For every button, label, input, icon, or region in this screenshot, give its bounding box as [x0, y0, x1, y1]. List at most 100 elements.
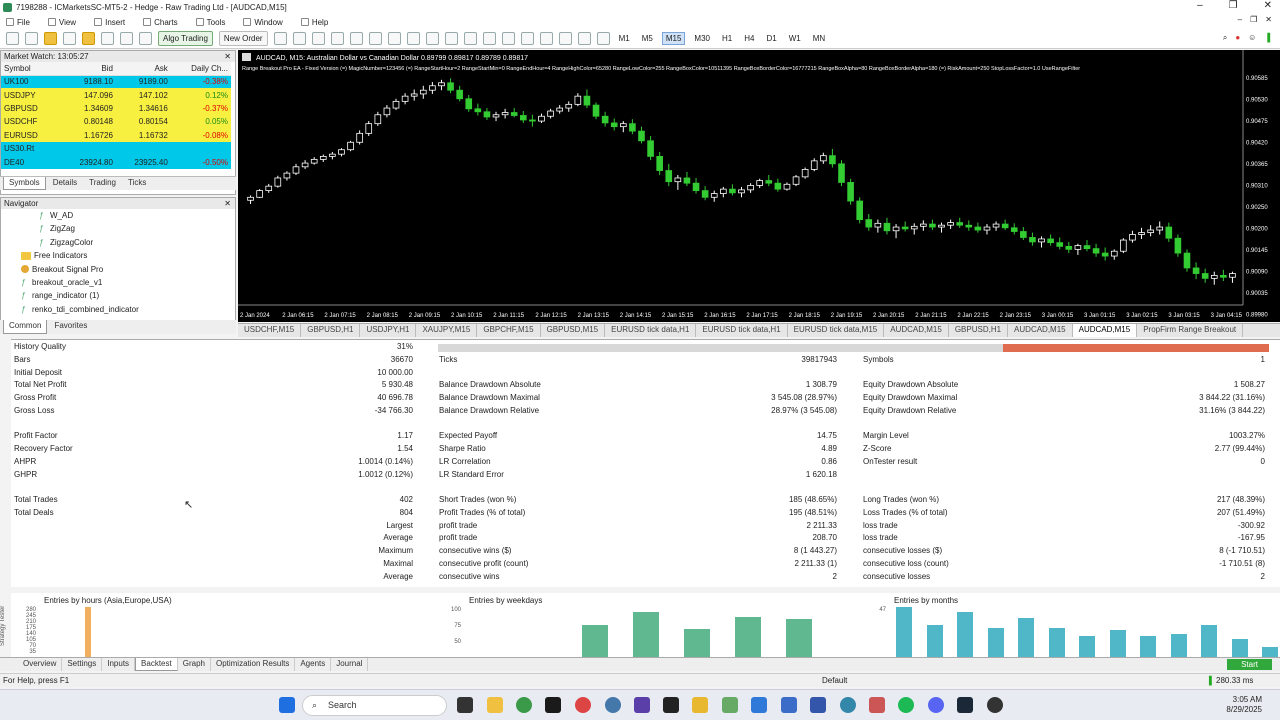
- navigator-item[interactable]: ƒ ZigZag: [1, 222, 235, 235]
- tab-agents[interactable]: Agents: [295, 658, 332, 671]
- chart-tab[interactable]: GBPUSD,H1: [301, 324, 361, 337]
- discord-icon[interactable]: [928, 697, 944, 713]
- timeframe-h1[interactable]: H1: [719, 33, 735, 44]
- algo-trading-button[interactable]: Algo Trading: [158, 31, 213, 46]
- nvidia-icon[interactable]: [545, 697, 561, 713]
- col-ask[interactable]: Ask: [115, 62, 171, 76]
- start-button[interactable]: Start: [1227, 659, 1272, 670]
- autoscroll-icon[interactable]: [387, 32, 401, 45]
- zoom-in-icon[interactable]: [330, 32, 344, 45]
- mail-icon[interactable]: [781, 697, 797, 713]
- market-watch-row[interactable]: DE40 23924.80 23925.40 -0.50%: [1, 155, 231, 169]
- tab-ticks[interactable]: Ticks: [123, 177, 151, 190]
- menu-charts[interactable]: Charts: [143, 18, 178, 27]
- mdi-close-button[interactable]: ✕: [1265, 15, 1272, 24]
- shift-icon[interactable]: [406, 32, 420, 45]
- menu-insert[interactable]: Insert: [94, 18, 125, 27]
- navigator-item[interactable]: ƒ W_AD: [1, 209, 235, 222]
- new-order-button[interactable]: New Order: [218, 31, 268, 46]
- windows-start-icon[interactable]: [279, 697, 295, 713]
- candle-chart-icon[interactable]: [292, 32, 306, 45]
- close-icon[interactable]: ✕: [224, 198, 231, 209]
- profiles-icon[interactable]: [25, 32, 38, 45]
- timeframe-m5[interactable]: M5: [639, 33, 656, 44]
- navigator-item[interactable]: Free Indicators: [1, 249, 235, 262]
- navigator-item[interactable]: Breakout Signal Pro: [1, 263, 235, 276]
- tab-optimization-results[interactable]: Optimization Results: [211, 658, 296, 671]
- market-watch-row[interactable]: GBPUSD 1.34609 1.34616 -0.37%: [1, 101, 231, 116]
- tab-backtest[interactable]: Backtest: [135, 658, 178, 671]
- chart-tab[interactable]: GBPCHF,M15: [477, 324, 541, 337]
- vscode-icon[interactable]: [751, 697, 767, 713]
- col-bid[interactable]: Bid: [61, 62, 116, 76]
- market-watch-row[interactable]: USDJPY 147.096 147.102 0.12%: [1, 88, 231, 102]
- tab-symbols[interactable]: Symbols: [3, 177, 46, 190]
- chart-tab[interactable]: USDJPY,H1: [360, 324, 417, 337]
- menu-file[interactable]: File: [6, 18, 30, 27]
- candlestick-chart[interactable]: AUDCAD, M15: Australian Dollar vs Canadi…: [238, 50, 1280, 322]
- search-icon[interactable]: ⌕: [1223, 33, 1227, 43]
- market-watch-row[interactable]: USDCHF 0.80148 0.80154 0.05%: [1, 115, 231, 129]
- timeframe-m30[interactable]: M30: [691, 33, 713, 44]
- text-icon[interactable]: [577, 32, 591, 45]
- chart-tab[interactable]: AUDCAD,M15: [884, 324, 949, 337]
- taskbar-clock[interactable]: 3:05 AM 8/29/2025: [1226, 695, 1262, 715]
- timeframe-w1[interactable]: W1: [786, 33, 804, 44]
- tab-settings[interactable]: Settings: [62, 658, 103, 671]
- market-watch-row[interactable]: US30.Rt: [1, 141, 231, 156]
- file-explorer-icon[interactable]: [487, 697, 503, 713]
- line-chart-icon[interactable]: [311, 32, 325, 45]
- chrome-profile-icon[interactable]: [575, 697, 591, 713]
- chart-tab[interactable]: EURUSD tick data,H1: [605, 324, 697, 337]
- menu-view[interactable]: View: [47, 18, 76, 27]
- menu-help[interactable]: Help: [300, 18, 328, 27]
- horizontal-line-icon[interactable]: [501, 32, 515, 45]
- taskbar-search[interactable]: ⌕ Search: [302, 695, 447, 716]
- chart-tab[interactable]: PropFirm Range Breakout: [1137, 324, 1244, 337]
- tab-favorites[interactable]: Favorites: [49, 320, 92, 334]
- mdi-minimize-button[interactable]: –: [1238, 15, 1242, 24]
- notes-icon[interactable]: [692, 697, 708, 713]
- trendline-icon[interactable]: [520, 32, 534, 45]
- bar-chart-icon[interactable]: [273, 32, 287, 45]
- maximize-button[interactable]: ❐: [1229, 0, 1238, 11]
- minimize-button[interactable]: –: [1197, 0, 1203, 11]
- tab-trading[interactable]: Trading: [84, 177, 121, 190]
- menu-tools[interactable]: Tools: [195, 18, 225, 27]
- chart-tab[interactable]: AUDCAD,M15: [1072, 324, 1138, 337]
- navigator-item[interactable]: ƒ breakout_oracle_v1: [1, 276, 235, 289]
- timeframe-d1[interactable]: D1: [763, 33, 779, 44]
- metatrader-icon[interactable]: [722, 697, 738, 713]
- chart-menu-icon[interactable]: [242, 53, 251, 61]
- vertical-line-icon[interactable]: [482, 32, 496, 45]
- grid-icon[interactable]: [368, 32, 382, 45]
- navigator-item[interactable]: ƒ renko_tdi_combined_indicator: [1, 303, 235, 316]
- col-symbol[interactable]: Symbol: [1, 62, 62, 76]
- navigator-item[interactable]: ƒ ZigzagColor: [1, 236, 235, 249]
- cursor-icon[interactable]: [444, 32, 458, 45]
- chrome-icon[interactable]: [516, 697, 532, 713]
- mdi-restore-button[interactable]: ❐: [1250, 15, 1257, 24]
- navigator-item[interactable]: ƒ range_indicator (1): [1, 289, 235, 302]
- close-icon[interactable]: ✕: [224, 51, 231, 62]
- close-button[interactable]: ✕: [1264, 0, 1272, 11]
- col-daily-change[interactable]: Daily Ch...: [170, 62, 231, 76]
- spotify-icon[interactable]: [898, 697, 914, 713]
- chart-tab[interactable]: GBPUSD,M15: [541, 324, 606, 337]
- menu-window[interactable]: Window: [243, 18, 283, 27]
- tab-inputs[interactable]: Inputs: [102, 658, 136, 671]
- chart-tab[interactable]: USDCHF,M15: [238, 324, 302, 337]
- chart-tab[interactable]: AUDCAD,M15: [1008, 324, 1073, 337]
- timeframe-h4[interactable]: H4: [741, 33, 757, 44]
- tab-graph[interactable]: Graph: [178, 658, 211, 671]
- market-watch-row[interactable]: UK100 9188.10 9189.00 -0.38%: [1, 75, 231, 89]
- browser-icon[interactable]: [840, 697, 856, 713]
- price-chart[interactable]: AUDCAD, M15: Australian Dollar vs Canadi…: [238, 50, 1280, 322]
- cloud-icon[interactable]: [120, 32, 133, 45]
- folder-icon[interactable]: [44, 32, 57, 45]
- chart-tab[interactable]: EURUSD tick data,M15: [788, 324, 885, 337]
- github-icon[interactable]: [987, 697, 1003, 713]
- screenshot-icon[interactable]: [425, 32, 439, 45]
- tab-journal[interactable]: Journal: [331, 658, 369, 671]
- channel-icon[interactable]: [539, 32, 553, 45]
